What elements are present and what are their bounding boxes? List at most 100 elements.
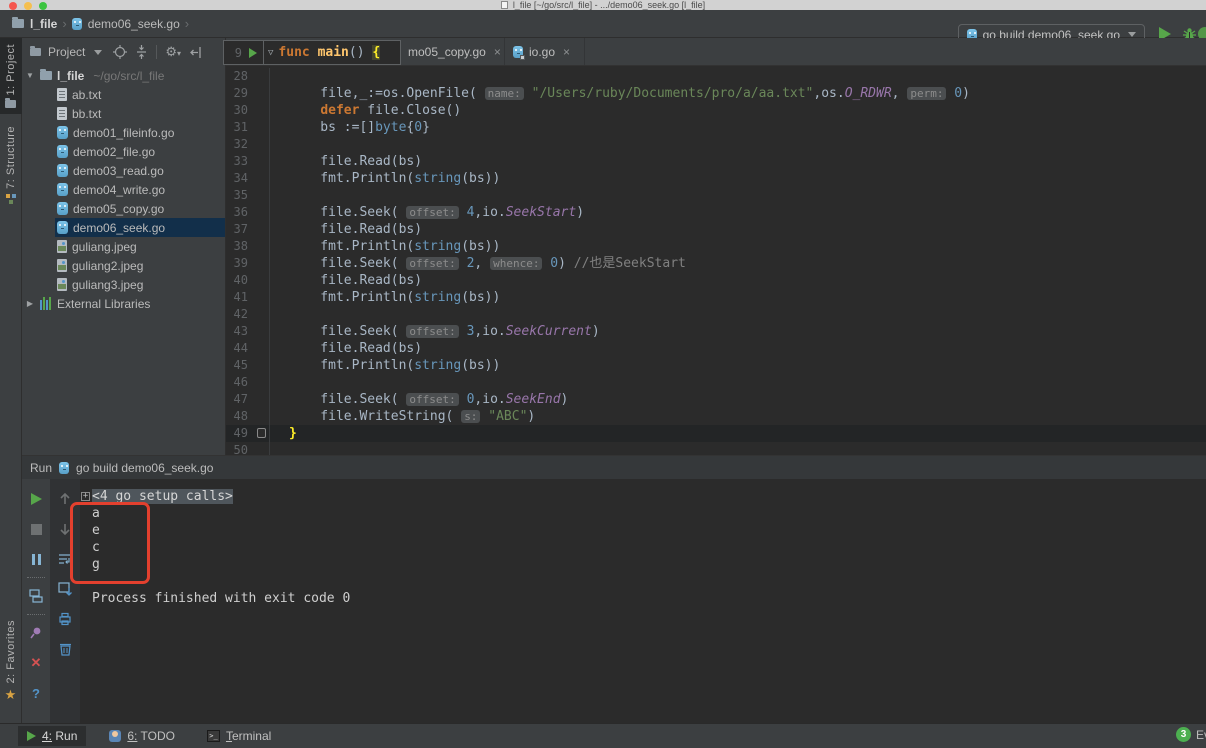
editor-tab-demo05[interactable]: mo05_copy.go ×: [400, 38, 505, 65]
down-stack-icon[interactable]: [57, 521, 73, 537]
line-number[interactable]: 44: [226, 340, 248, 357]
help-icon[interactable]: ?: [28, 685, 44, 701]
pin-icon[interactable]: [28, 625, 44, 641]
soft-wrap-icon[interactable]: [57, 551, 73, 567]
tree-item[interactable]: bb.txt: [22, 104, 225, 123]
line-number[interactable]: 28: [226, 68, 248, 85]
hide-panel-icon[interactable]: [189, 46, 202, 59]
project-panel-title[interactable]: Project: [48, 45, 85, 59]
line-number[interactable]: 33: [226, 153, 248, 170]
breadcrumb-item[interactable]: l_file: [12, 17, 57, 31]
scroll-to-end-icon[interactable]: [57, 581, 73, 597]
chevron-down-icon[interactable]: [94, 50, 102, 55]
tool-window-button-project[interactable]: 1: Project: [0, 38, 22, 114]
gutter-fold-column[interactable]: [248, 306, 270, 323]
gutter-fold-column[interactable]: [248, 442, 270, 455]
fold-expand-icon[interactable]: +: [81, 492, 90, 501]
gutter-fold-column[interactable]: [248, 272, 270, 289]
context-sticky-line[interactable]: 9 ▽ func main() {: [223, 40, 401, 65]
line-number[interactable]: 46: [226, 374, 248, 391]
line-number[interactable]: 29: [226, 85, 248, 102]
code-line[interactable]: 37 file.Read(bs): [226, 221, 1206, 238]
close-icon[interactable]: ×: [494, 45, 501, 59]
gutter-fold-column[interactable]: [248, 187, 270, 204]
line-number[interactable]: 40: [226, 272, 248, 289]
code-line[interactable]: 33 file.Read(bs): [226, 153, 1206, 170]
gutter-fold-column[interactable]: [248, 289, 270, 306]
gutter-fold-column[interactable]: [248, 119, 270, 136]
chevron-expanded-icon[interactable]: ▼: [22, 71, 38, 80]
line-number[interactable]: 47: [226, 391, 248, 408]
code-line[interactable]: 49}: [226, 425, 1206, 442]
up-stack-icon[interactable]: [57, 491, 73, 507]
gutter-fold-column[interactable]: [248, 340, 270, 357]
gutter-fold-column[interactable]: [248, 323, 270, 340]
run-main-gutter-icon[interactable]: [249, 48, 257, 58]
gutter-fold-column[interactable]: [248, 425, 270, 442]
chevron-collapsed-icon[interactable]: ▶: [22, 299, 38, 308]
line-number[interactable]: 36: [226, 204, 248, 221]
code-line[interactable]: 47 file.Seek( offset: 0,io.SeekEnd): [226, 391, 1206, 408]
code-line[interactable]: 48 file.WriteString( s: "ABC"): [226, 408, 1206, 425]
gutter-fold-column[interactable]: [248, 68, 270, 85]
code-line[interactable]: 39 file.Seek( offset: 2, whence: 0) //也是…: [226, 255, 1206, 272]
clear-console-icon[interactable]: [57, 641, 73, 657]
line-number[interactable]: 49: [226, 425, 248, 442]
code-line[interactable]: 36 file.Seek( offset: 4,io.SeekStart): [226, 204, 1206, 221]
line-number[interactable]: 41: [226, 289, 248, 306]
rerun-button[interactable]: [28, 491, 44, 507]
code-line[interactable]: 40 file.Read(bs): [226, 272, 1206, 289]
gutter-fold-column[interactable]: [248, 357, 270, 374]
tree-item[interactable]: guliang.jpeg: [22, 237, 225, 256]
line-number[interactable]: 48: [226, 408, 248, 425]
collapse-all-icon[interactable]: [135, 45, 148, 59]
line-number[interactable]: 45: [226, 357, 248, 374]
pause-button[interactable]: [28, 551, 44, 567]
tree-item[interactable]: ▶External Libraries: [22, 294, 225, 313]
gutter-fold-column[interactable]: [248, 204, 270, 221]
close-icon[interactable]: ×: [563, 45, 570, 59]
line-number[interactable]: 42: [226, 306, 248, 323]
stop-button[interactable]: [28, 521, 44, 537]
line-number[interactable]: 30: [226, 102, 248, 119]
code-line[interactable]: 29 file,_:=os.OpenFile( name: "/Users/ru…: [226, 85, 1206, 102]
tree-item[interactable]: demo05_copy.go: [22, 199, 225, 218]
code-line[interactable]: 41 fmt.Println(string(bs)): [226, 289, 1206, 306]
line-number[interactable]: 50: [226, 442, 248, 455]
code-line[interactable]: 46: [226, 374, 1206, 391]
tree-item[interactable]: guliang2.jpeg: [22, 256, 225, 275]
gutter-fold-column[interactable]: [248, 85, 270, 102]
line-number[interactable]: 35: [226, 187, 248, 204]
tree-item[interactable]: ab.txt: [22, 85, 225, 104]
code-line[interactable]: 43 file.Seek( offset: 3,io.SeekCurrent): [226, 323, 1206, 340]
line-number[interactable]: 39: [226, 255, 248, 272]
code-line[interactable]: 38 fmt.Println(string(bs)): [226, 238, 1206, 255]
close-icon[interactable]: ✕: [28, 655, 44, 671]
code-line[interactable]: 31 bs :=[]byte{0}: [226, 119, 1206, 136]
fold-arrow-icon[interactable]: ▽: [268, 48, 273, 58]
status-bar-item-terminal[interactable]: >_Terminal: [198, 726, 280, 746]
fold-region-icon[interactable]: [257, 428, 266, 438]
gutter-fold-column[interactable]: [248, 153, 270, 170]
gutter-fold-column[interactable]: [248, 255, 270, 272]
gutter-fold-column[interactable]: [248, 238, 270, 255]
line-number[interactable]: 34: [226, 170, 248, 187]
line-number[interactable]: 32: [226, 136, 248, 153]
code-line[interactable]: 34 fmt.Println(string(bs)): [226, 170, 1206, 187]
tool-window-button-structure[interactable]: 7: Structure: [0, 120, 22, 210]
line-number[interactable]: 37: [226, 221, 248, 238]
tree-item[interactable]: demo02_file.go: [22, 142, 225, 161]
event-log-widget[interactable]: 3 Ev: [1176, 727, 1206, 742]
code-line[interactable]: 42: [226, 306, 1206, 323]
gutter-fold-column[interactable]: [248, 408, 270, 425]
status-bar-item-todo[interactable]: 6: TODO: [100, 726, 184, 746]
tree-item[interactable]: demo03_read.go: [22, 161, 225, 180]
gear-icon[interactable]: ⚙▾: [165, 44, 181, 60]
gutter-fold-column[interactable]: [248, 170, 270, 187]
print-icon[interactable]: [57, 611, 73, 627]
tree-item[interactable]: demo06_seek.go: [22, 218, 225, 237]
tree-item[interactable]: demo01_fileinfo.go: [22, 123, 225, 142]
code-editor[interactable]: 2829 file,_:=os.OpenFile( name: "/Users/…: [225, 66, 1206, 455]
tool-window-button-favorites[interactable]: 2: Favorites ★: [0, 614, 22, 709]
gutter-fold-column[interactable]: [248, 102, 270, 119]
